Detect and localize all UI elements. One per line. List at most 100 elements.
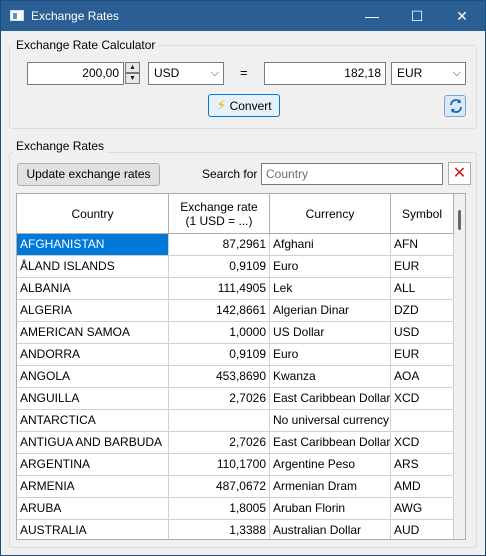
cell-rate[interactable]: 1,8005: [169, 498, 270, 520]
column-header-country[interactable]: Country: [17, 194, 169, 234]
cell-currency[interactable]: East Caribbean Dollar: [270, 432, 391, 454]
cell-rate[interactable]: 453,8690: [169, 366, 270, 388]
cell-country[interactable]: ARGENTINA: [17, 454, 169, 476]
equals-sign: =: [240, 65, 248, 80]
close-button[interactable]: ✕: [442, 1, 482, 31]
lightning-icon: ⚡: [216, 97, 227, 113]
cell-rate[interactable]: 1,3388: [169, 520, 270, 539]
column-header-currency[interactable]: Currency: [270, 194, 391, 234]
title-bar: Exchange Rates — ☐ ✕: [1, 1, 485, 31]
cell-symbol[interactable]: DZD: [391, 300, 454, 322]
cell-currency[interactable]: No universal currency: [270, 410, 391, 432]
cell-currency[interactable]: US Dollar: [270, 322, 391, 344]
from-currency-select[interactable]: USD ⌵: [148, 62, 224, 85]
table-row[interactable]: ANDORRA 0,9109 Euro EUR: [17, 344, 454, 366]
cell-symbol[interactable]: [391, 410, 454, 432]
cell-currency[interactable]: Australian Dollar: [270, 520, 391, 539]
table-row[interactable]: ALGERIA 142,8661 Algerian Dinar DZD: [17, 300, 454, 322]
cell-rate[interactable]: 2,7026: [169, 388, 270, 410]
table-row[interactable]: ARGENTINA 110,1700 Argentine Peso ARS: [17, 454, 454, 476]
table-row[interactable]: AFGHANISTAN 87,2961 Afghani AFN: [17, 234, 454, 256]
maximize-button[interactable]: ☐: [397, 1, 437, 31]
to-currency-select[interactable]: EUR ⌵: [391, 62, 466, 85]
cell-rate[interactable]: [169, 410, 270, 432]
cell-country[interactable]: ANGUILLA: [17, 388, 169, 410]
cell-currency[interactable]: Algerian Dinar: [270, 300, 391, 322]
cell-symbol[interactable]: XCD: [391, 388, 454, 410]
cell-rate[interactable]: 487,0672: [169, 476, 270, 498]
cell-currency[interactable]: Afghani: [270, 234, 391, 256]
scrollbar-thumb[interactable]: [458, 210, 461, 230]
cell-country[interactable]: ÅLAND ISLANDS: [17, 256, 169, 278]
column-header-exchange-rate[interactable]: Exchange rate (1 USD = ...): [169, 194, 270, 234]
table-row[interactable]: ALBANIA 111,4905 Lek ALL: [17, 278, 454, 300]
cell-symbol[interactable]: AUD: [391, 520, 454, 539]
cell-currency[interactable]: East Caribbean Dollar: [270, 388, 391, 410]
cell-country[interactable]: ARUBA: [17, 498, 169, 520]
exchange-rates-window: Exchange Rates — ☐ ✕ Exchange Rate Calcu…: [0, 0, 486, 556]
swap-icon: [450, 99, 462, 113]
clear-search-button[interactable]: ✕: [448, 162, 471, 185]
cell-country[interactable]: ANTARCTICA: [17, 410, 169, 432]
search-input[interactable]: Country: [261, 163, 443, 185]
cell-rate[interactable]: 142,8661: [169, 300, 270, 322]
cell-symbol[interactable]: EUR: [391, 344, 454, 366]
cell-rate[interactable]: 0,9109: [169, 344, 270, 366]
cell-country[interactable]: AMERICAN SAMOA: [17, 322, 169, 344]
table-row[interactable]: ANTARCTICA No universal currency: [17, 410, 454, 432]
cell-currency[interactable]: Argentine Peso: [270, 454, 391, 476]
table-header: Country Exchange rate (1 USD = ...) Curr…: [17, 194, 454, 234]
cell-rate[interactable]: 0,9109: [169, 256, 270, 278]
table-row[interactable]: AMERICAN SAMOA 1,0000 US Dollar USD: [17, 322, 454, 344]
cell-rate[interactable]: 111,4905: [169, 278, 270, 300]
table-row[interactable]: ANGOLA 453,8690 Kwanza AOA: [17, 366, 454, 388]
amount-input[interactable]: 200,00: [27, 62, 124, 85]
update-rates-button[interactable]: Update exchange rates: [17, 163, 160, 186]
calculator-group-label: Exchange Rate Calculator: [13, 38, 159, 52]
cell-symbol[interactable]: AFN: [391, 234, 454, 256]
cell-country[interactable]: AFGHANISTAN: [17, 234, 169, 256]
cell-rate[interactable]: 87,2961: [169, 234, 270, 256]
table-row[interactable]: AUSTRALIA 1,3388 Australian Dollar AUD: [17, 520, 454, 539]
app-icon: [10, 10, 24, 21]
table-row[interactable]: ARMENIA 487,0672 Armenian Dram AMD: [17, 476, 454, 498]
cell-symbol[interactable]: XCD: [391, 432, 454, 454]
cell-currency[interactable]: Euro: [270, 344, 391, 366]
cell-rate[interactable]: 1,0000: [169, 322, 270, 344]
minimize-button[interactable]: —: [352, 1, 392, 31]
convert-button[interactable]: ⚡ Convert: [208, 94, 280, 117]
cell-symbol[interactable]: ARS: [391, 454, 454, 476]
cell-symbol[interactable]: AMD: [391, 476, 454, 498]
cell-country[interactable]: ANDORRA: [17, 344, 169, 366]
swap-currencies-button[interactable]: [444, 95, 466, 117]
cell-country[interactable]: AUSTRALIA: [17, 520, 169, 539]
cell-currency[interactable]: Lek: [270, 278, 391, 300]
table-row[interactable]: ANTIGUA AND BARBUDA 2,7026 East Caribbean …: [17, 432, 454, 454]
from-currency-value: USD: [154, 66, 180, 80]
cell-country[interactable]: ARMENIA: [17, 476, 169, 498]
cell-currency[interactable]: Euro: [270, 256, 391, 278]
result-field: 182,18: [264, 62, 386, 85]
cell-symbol[interactable]: USD: [391, 322, 454, 344]
cell-symbol[interactable]: EUR: [391, 256, 454, 278]
amount-spin-up[interactable]: ▲: [125, 62, 140, 73]
amount-spin-down[interactable]: ▼: [125, 73, 140, 84]
table-row[interactable]: ANGUILLA 2,7026 East Caribbean Dollar XCD: [17, 388, 454, 410]
cell-symbol[interactable]: ALL: [391, 278, 454, 300]
cell-country[interactable]: ANGOLA: [17, 366, 169, 388]
cell-rate[interactable]: 2,7026: [169, 432, 270, 454]
cell-country[interactable]: ALBANIA: [17, 278, 169, 300]
table-row[interactable]: ÅLAND ISLANDS 0,9109 Euro EUR: [17, 256, 454, 278]
rates-table: Country Exchange rate (1 USD = ...) Curr…: [16, 193, 466, 540]
table-row[interactable]: ARUBA 1,8005 Aruban Florin AWG: [17, 498, 454, 520]
cell-currency[interactable]: Armenian Dram: [270, 476, 391, 498]
cell-currency[interactable]: Aruban Florin: [270, 498, 391, 520]
cell-country[interactable]: ALGERIA: [17, 300, 169, 322]
cell-currency[interactable]: Kwanza: [270, 366, 391, 388]
cell-rate[interactable]: 110,1700: [169, 454, 270, 476]
cell-symbol[interactable]: AOA: [391, 366, 454, 388]
cell-country[interactable]: ANTIGUA AND BARBUDA: [17, 432, 169, 454]
cell-symbol[interactable]: AWG: [391, 498, 454, 520]
column-header-symbol[interactable]: Symbol: [391, 194, 454, 234]
vertical-scrollbar[interactable]: [454, 194, 465, 539]
